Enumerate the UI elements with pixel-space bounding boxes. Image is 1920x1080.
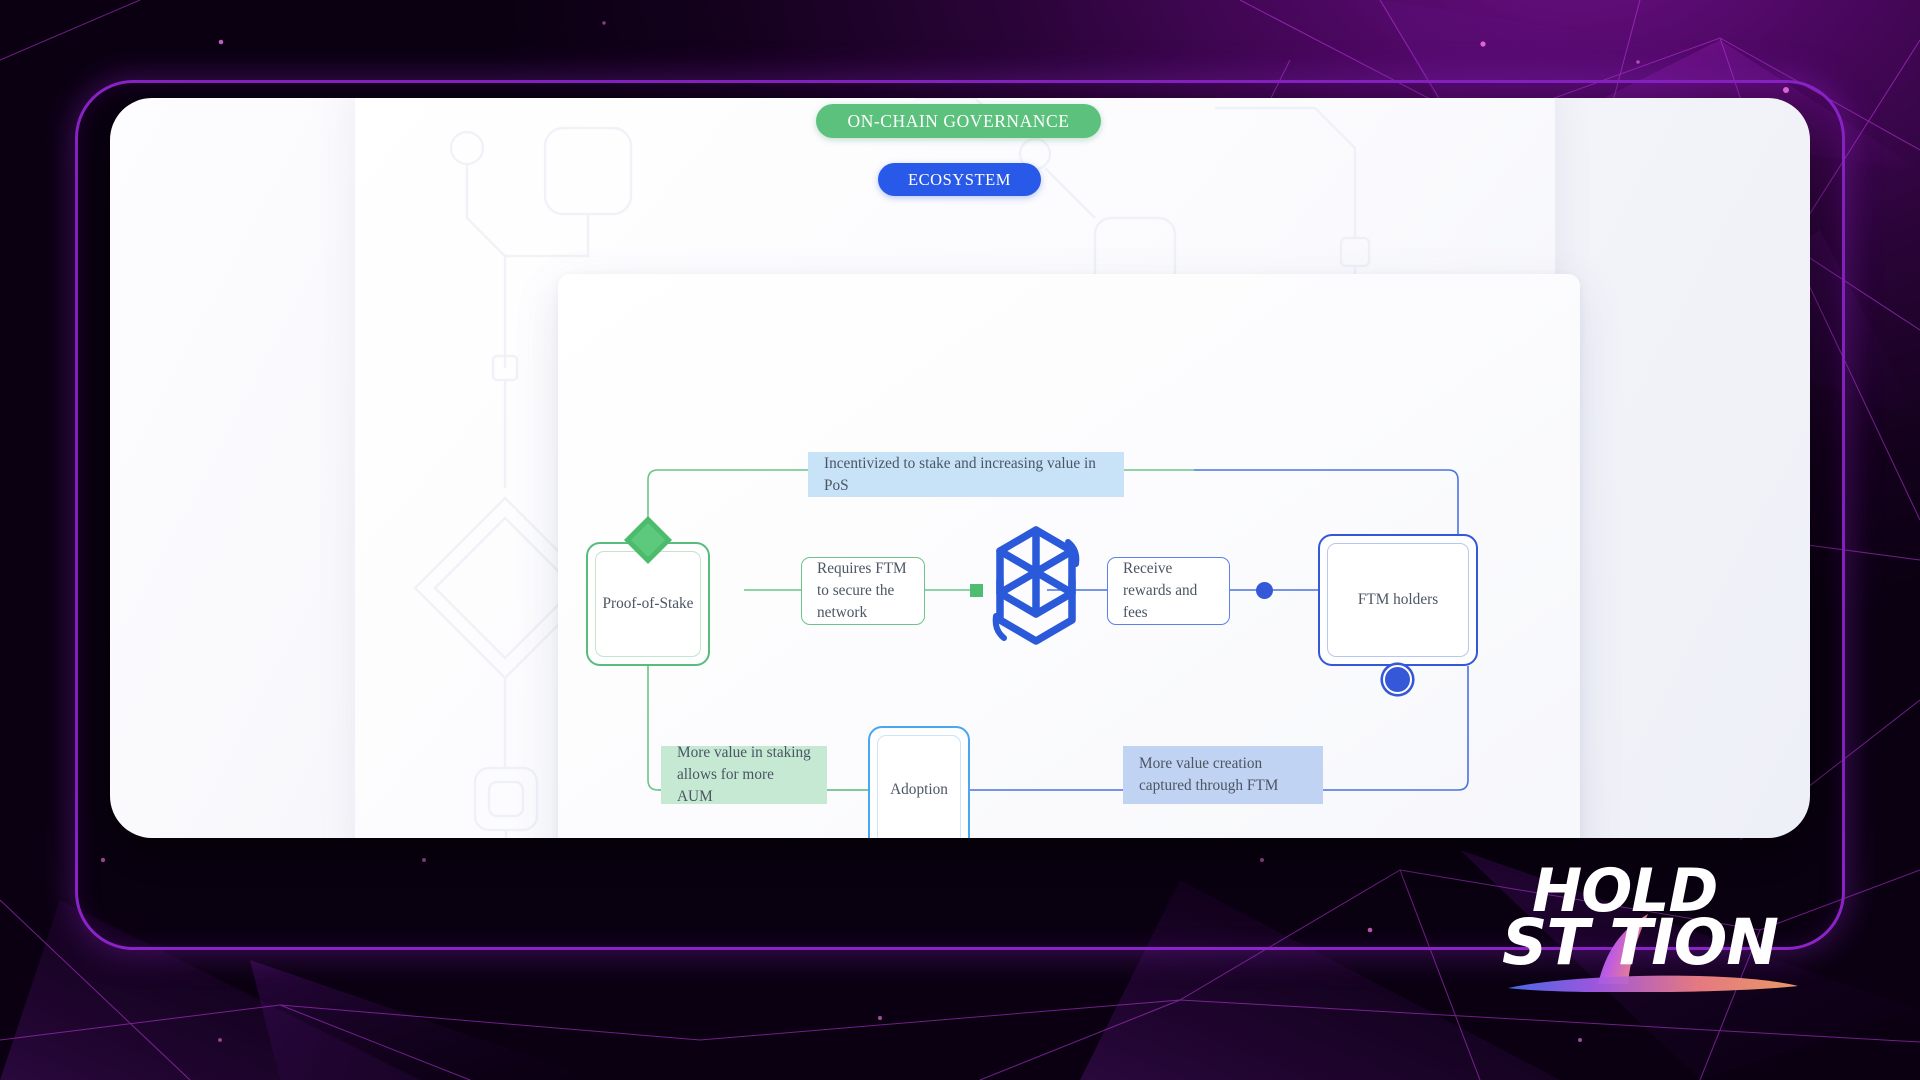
- label-more-value-staking-line2: allows for more AUM: [677, 766, 774, 805]
- label-incentivized-text: Incentivized to stake and increasing val…: [824, 454, 1096, 494]
- node-receive-rewards-line2: rewards and: [1123, 582, 1198, 600]
- node-requires-ftm-line2: to secure the: [817, 582, 895, 600]
- node-ftm-holders-label: FTM holders: [1327, 543, 1469, 657]
- green-square-connector-icon: [970, 584, 983, 597]
- holdstation-line2: ST TION: [1502, 906, 1779, 979]
- node-requires-ftm-line3: network: [817, 603, 868, 621]
- presentation-slide: Proof-of-Stake Requires FTM to secure th…: [110, 98, 1810, 838]
- label-more-value-staking-line1: More value in staking: [677, 744, 811, 762]
- node-receive-rewards-line1: Receive: [1123, 560, 1173, 578]
- badge-on-chain-governance[interactable]: ON-CHAIN GOVERNANCE: [816, 104, 1101, 138]
- node-proof-of-stake-label: Proof-of-Stake: [595, 551, 701, 657]
- start-diamond-icon: [624, 516, 672, 564]
- node-adoption[interactable]: Adoption: [868, 726, 970, 838]
- node-receive-rewards[interactable]: Receive rewards and fees: [1107, 557, 1230, 625]
- badge-ecosystem-label: ECOSYSTEM: [907, 169, 1012, 189]
- fantom-logo-icon: [992, 526, 1080, 645]
- diagram-card: Proof-of-Stake Requires FTM to secure th…: [558, 274, 1580, 838]
- badge-ecosystem[interactable]: ECOSYSTEM: [878, 163, 1041, 196]
- label-more-value-creation-line1: More value creation: [1139, 755, 1263, 773]
- node-requires-ftm[interactable]: Requires FTM to secure the network: [801, 557, 925, 625]
- label-more-value-staking: More value in staking allows for more AU…: [661, 744, 827, 805]
- node-ftm-holders[interactable]: FTM holders: [1318, 534, 1478, 666]
- node-adoption-label: Adoption: [877, 735, 961, 838]
- badge-on-chain-governance-label: ON-CHAIN GOVERNANCE: [847, 110, 1070, 131]
- label-incentivized: Incentivized to stake and increasing val…: [808, 452, 1124, 497]
- label-more-value-creation: More value creation captured through FTM: [1123, 746, 1323, 804]
- node-receive-rewards-line3: fees: [1123, 603, 1148, 621]
- blue-ring-connector-icon: [1383, 665, 1412, 694]
- label-more-value-creation-line2: captured through FTM: [1139, 777, 1279, 794]
- node-requires-ftm-line1: Requires FTM: [817, 560, 907, 578]
- holdstation-logo: HOLD ST TION: [1502, 861, 1802, 992]
- blue-dot-connector-icon: [1256, 582, 1273, 599]
